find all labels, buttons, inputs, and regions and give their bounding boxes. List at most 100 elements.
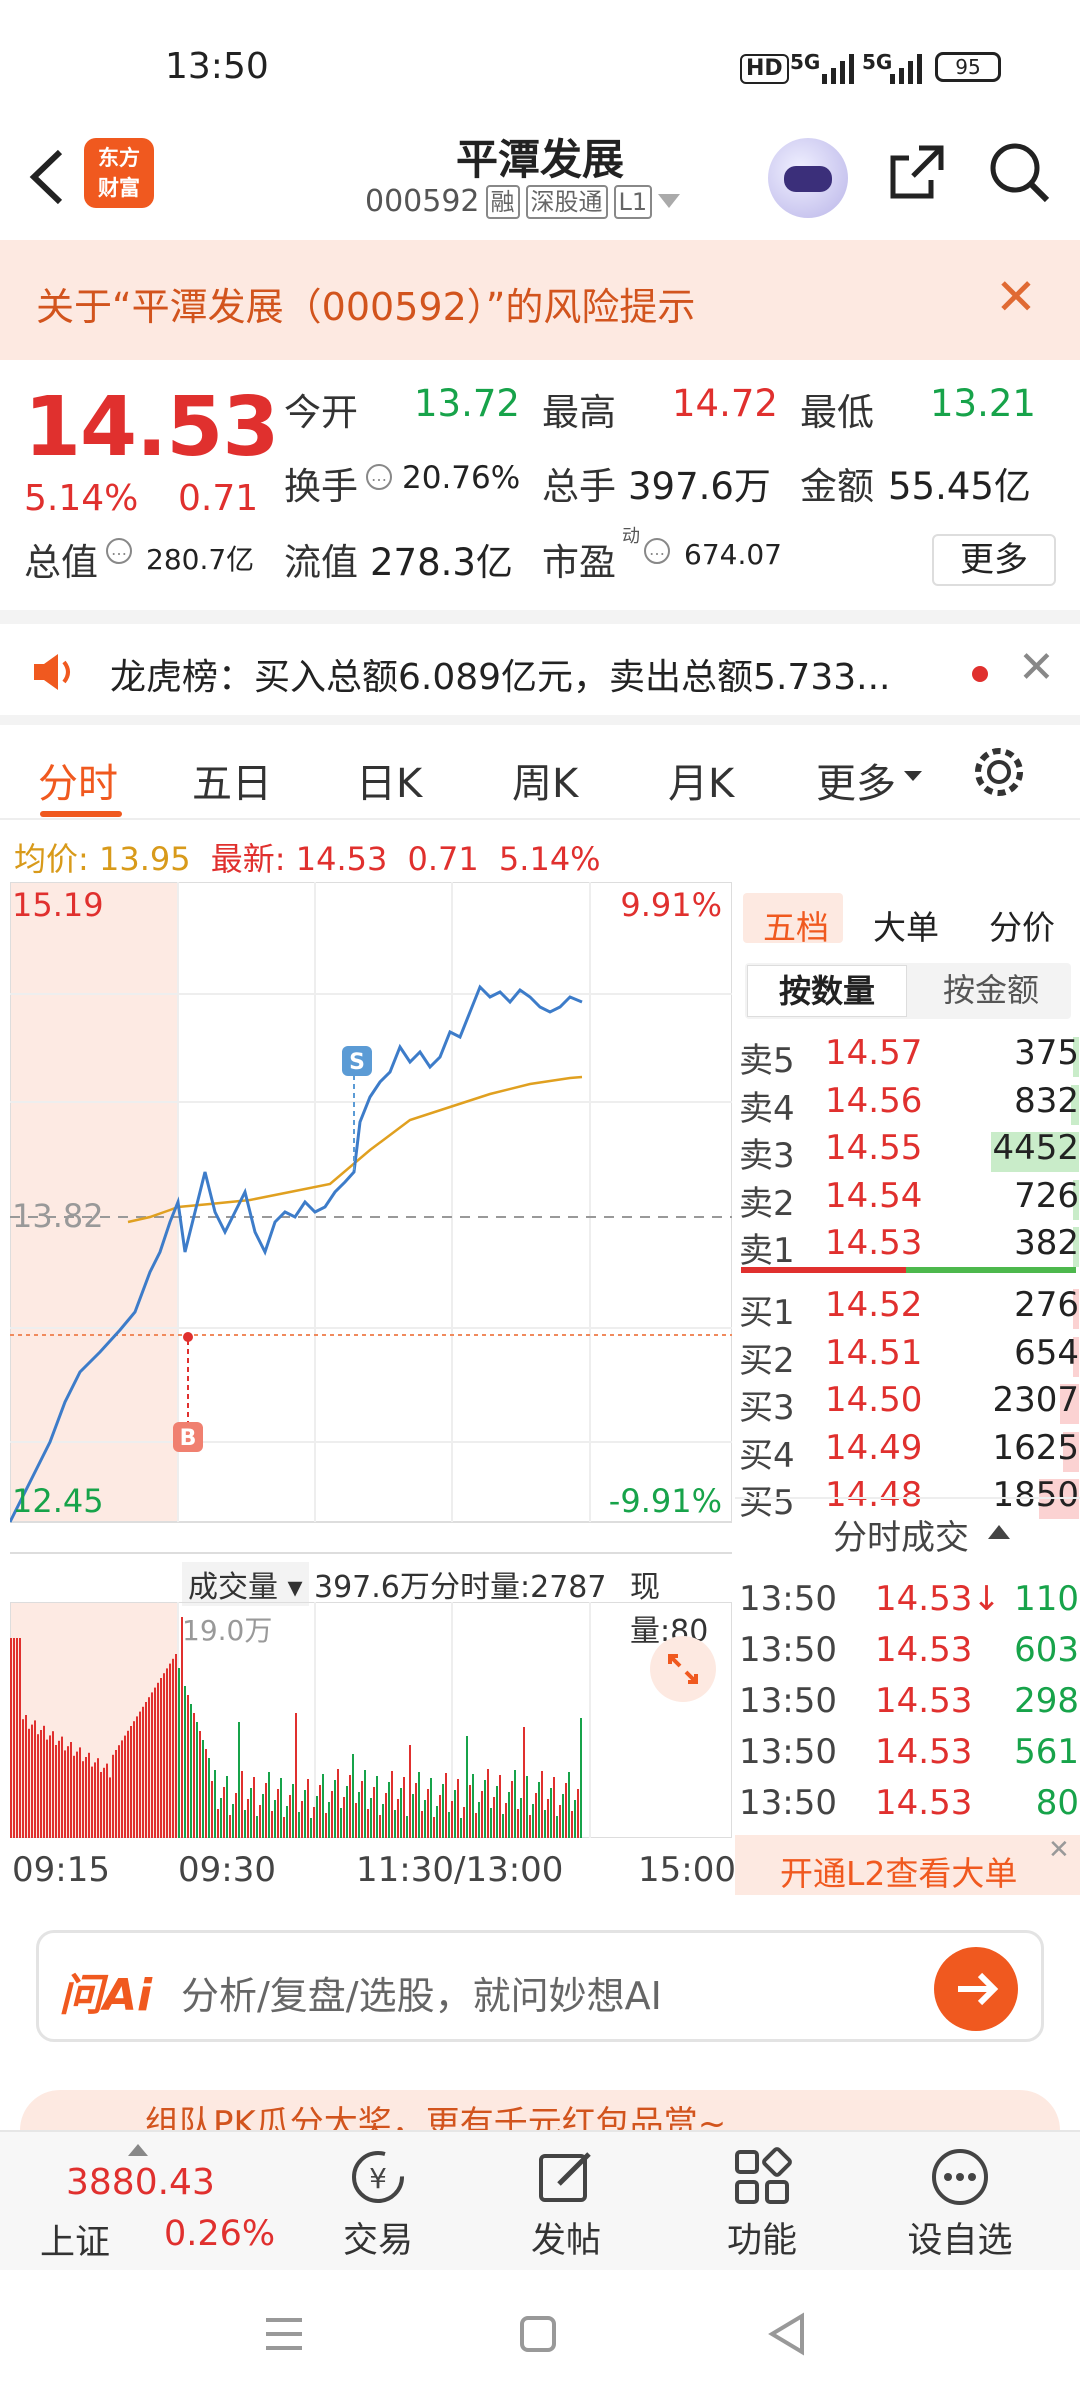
- tab-by-amount[interactable]: 按金额: [913, 965, 1069, 1017]
- volume-bar: [490, 1808, 492, 1838]
- bid-row[interactable]: 买4 14.49 1625: [739, 1428, 1079, 1476]
- volume-bar: [376, 1776, 378, 1838]
- ai-search-bar[interactable]: 问Ai 分析/复盘/选股，就问妙想AI: [36, 1930, 1044, 2042]
- volume-bar: [127, 1730, 129, 1838]
- ai-robot-icon[interactable]: [768, 138, 848, 218]
- expand-button[interactable]: [650, 1636, 716, 1702]
- trade-time: 13:50: [739, 1630, 837, 1670]
- l2-link[interactable]: 开通L2查看大单: [780, 1847, 1017, 1895]
- intraday-chart[interactable]: S B 15.19 9.91% 13.82 12.45 -9.91%: [8, 881, 733, 1552]
- volume-bar: [88, 1752, 90, 1838]
- ask-price: 14.55: [825, 1128, 923, 1168]
- close-icon[interactable]: ✕: [995, 268, 1037, 326]
- gear-icon[interactable]: [970, 743, 1028, 801]
- volume-bar: [481, 1791, 483, 1838]
- volume-bar: [259, 1805, 261, 1838]
- risk-banner[interactable]: 关于“平潭发展（000592）”的风险提示 ✕: [0, 240, 1080, 360]
- speaker-icon: [34, 654, 70, 690]
- volume-label: 总手: [542, 465, 616, 508]
- volume-bar: [397, 1799, 399, 1838]
- top-pct-label: 9.91%: [620, 886, 722, 924]
- bid-qty: 1850: [992, 1475, 1079, 1515]
- trade-price: 14.53: [875, 1783, 973, 1823]
- nav-functions[interactable]: 功能: [692, 2142, 832, 2263]
- menu-icon[interactable]: [262, 2314, 306, 2354]
- l2-banner[interactable]: 开通L2查看大单 ✕: [735, 1835, 1080, 1895]
- index-ticker[interactable]: 3880.43 上证 0.26%: [0, 2132, 300, 2272]
- ai-go-button[interactable]: [934, 1947, 1018, 2031]
- tab-by-quantity[interactable]: 按数量: [747, 965, 907, 1017]
- trade-time: 13:50: [739, 1732, 837, 1772]
- ask-price: 14.56: [825, 1080, 923, 1121]
- ai-placeholder[interactable]: 分析/复盘/选股，就问妙想AI: [181, 1965, 662, 2020]
- bid-row[interactable]: 买2 14.51 654: [739, 1333, 1079, 1381]
- volume-chart[interactable]: 19.0万: [9, 1601, 733, 1839]
- ask-price: 14.53: [825, 1223, 923, 1263]
- pe-label: 市盈: [542, 541, 616, 584]
- volume-bar: [301, 1801, 303, 1838]
- sort-up-icon[interactable]: [988, 1525, 1010, 1541]
- trade-row: 13:50 14.53 603: [739, 1630, 1079, 1678]
- volume-bar: [25, 1715, 27, 1838]
- volume-bar: [334, 1780, 336, 1838]
- tab-weekly-k[interactable]: 周K: [512, 751, 578, 809]
- bid-row[interactable]: 买3 14.50 2307: [739, 1380, 1079, 1428]
- bid-qty: 1625: [992, 1427, 1079, 1468]
- share-icon[interactable]: [885, 140, 949, 204]
- volume-bar: [250, 1788, 252, 1838]
- volume-type-select[interactable]: 成交量 ▾: [182, 1562, 309, 1606]
- notice-close-icon[interactable]: ✕: [1018, 642, 1055, 693]
- volume-bar: [553, 1777, 555, 1838]
- l2-close-icon[interactable]: ✕: [1048, 1835, 1070, 1865]
- ask-row[interactable]: 卖2 14.54 726: [739, 1176, 1079, 1224]
- tab-intraday[interactable]: 分时: [38, 751, 118, 809]
- volume-bar: [136, 1716, 138, 1838]
- volume-bar: [79, 1747, 81, 1838]
- notice-bar[interactable]: 龙虎榜：买入总额6.089亿元，卖出总额5.733... ✕: [0, 610, 1080, 715]
- nav-add-watchlist[interactable]: 设自选: [890, 2142, 1030, 2263]
- tab-monthly-k[interactable]: 月K: [668, 751, 734, 809]
- info-icon[interactable]: …: [366, 464, 392, 490]
- volume-bar: [541, 1771, 543, 1838]
- notice-text[interactable]: 龙虎榜：买入总额6.089亿元，卖出总额5.733...: [110, 648, 890, 700]
- stock-code-row[interactable]: 000592 融 深股通 L1: [365, 184, 681, 219]
- volume-bar: [358, 1792, 360, 1838]
- info-icon-2[interactable]: …: [106, 538, 132, 564]
- volume-bar: [112, 1754, 114, 1838]
- tab-five-levels[interactable]: 五档: [763, 901, 829, 949]
- trades-label[interactable]: 分时成交: [833, 1510, 969, 1559]
- ask-row[interactable]: 卖4 14.56 832: [739, 1081, 1079, 1129]
- low-pct-label: -9.91%: [609, 1482, 722, 1520]
- risk-banner-text[interactable]: 关于“平潭发展（000592）”的风险提示: [36, 276, 695, 331]
- ask-qty: 726: [1014, 1175, 1079, 1216]
- intraday-chart-svg[interactable]: S B 15.19 9.91% 13.82 12.45 -9.91%: [8, 881, 733, 1552]
- search-icon[interactable]: [985, 138, 1053, 206]
- volume-bar: [64, 1750, 66, 1838]
- nav-post[interactable]: 发帖: [496, 2142, 636, 2263]
- promo-banner-peek[interactable]: 组队PK瓜分大奖，更有千元红包品赏~: [20, 2090, 1060, 2130]
- tab-daily-k[interactable]: 日K: [356, 751, 422, 809]
- trade-price: 14.53: [875, 1630, 973, 1670]
- promo-text[interactable]: 组队PK瓜分大奖，更有千元红包品赏~: [145, 2096, 726, 2130]
- more-button[interactable]: 更多: [932, 534, 1056, 586]
- volume-bar: [442, 1784, 444, 1838]
- ask-row[interactable]: 卖1 14.53 382: [739, 1223, 1079, 1271]
- ask-row[interactable]: 卖3 14.55 4452: [739, 1128, 1079, 1176]
- volume-bar: [271, 1811, 273, 1838]
- tab-more[interactable]: 更多: [816, 751, 896, 809]
- tab-5day[interactable]: 五日: [192, 751, 272, 809]
- tab-big-orders[interactable]: 大单: [873, 901, 939, 949]
- float-value: 278.3亿: [370, 541, 513, 584]
- info-icon-3[interactable]: …: [644, 538, 670, 564]
- home-icon[interactable]: [518, 2314, 558, 2354]
- volume-bar: [517, 1809, 519, 1838]
- change-amount: 0.71: [178, 478, 259, 519]
- volume-bar: [310, 1818, 312, 1838]
- tab-price-split[interactable]: 分价: [989, 901, 1055, 949]
- bid-row[interactable]: 买1 14.52 276: [739, 1285, 1079, 1333]
- back-nav-icon[interactable]: [766, 2312, 808, 2356]
- avg-value: 13.95: [98, 840, 191, 878]
- nav-trade[interactable]: ¥ 交易: [308, 2142, 448, 2263]
- ask-row[interactable]: 卖5 14.57 375: [739, 1033, 1079, 1081]
- level-tag: L1: [613, 184, 653, 219]
